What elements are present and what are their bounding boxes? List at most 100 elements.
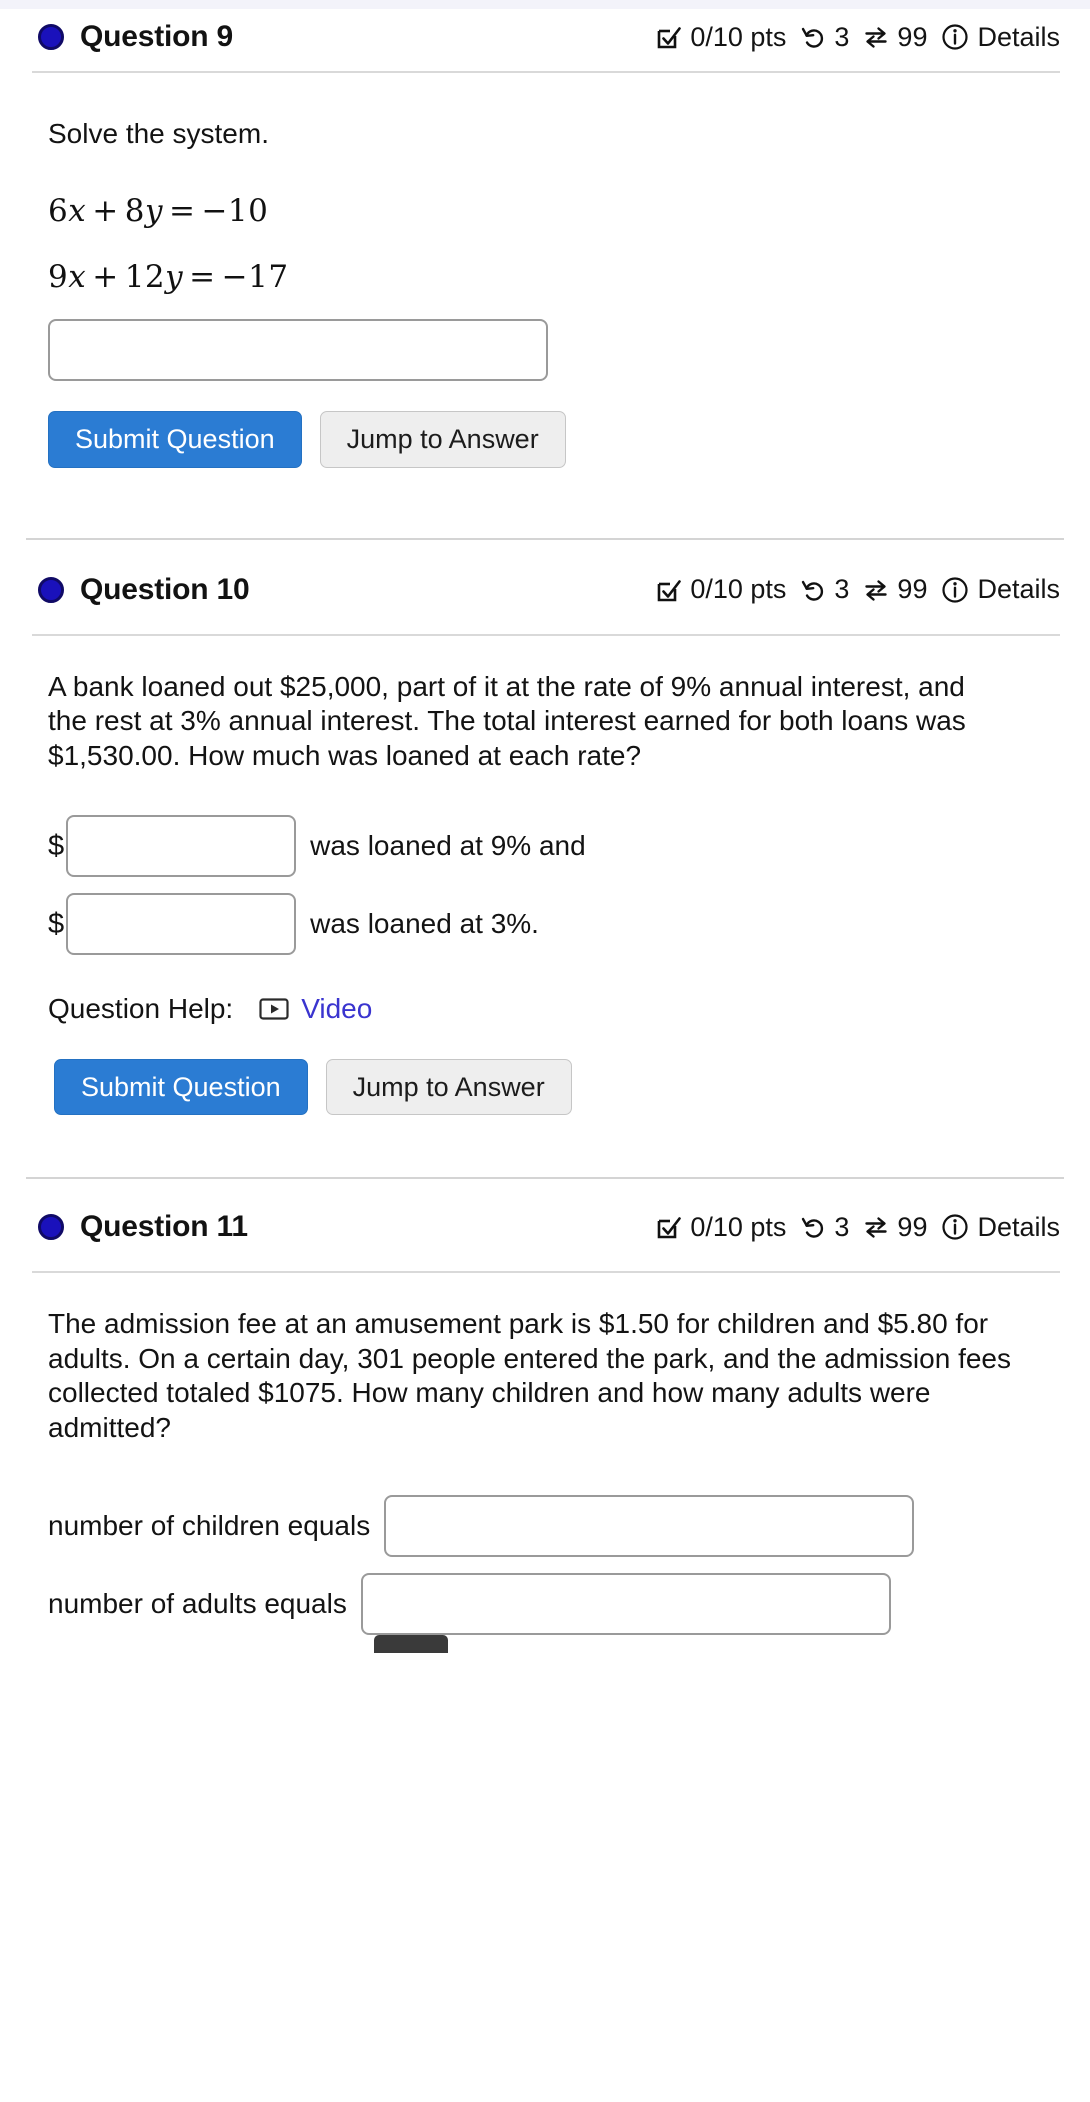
undo-arrow-icon — [799, 1213, 827, 1241]
points-meta-11: 0/10 pts — [655, 1212, 786, 1243]
jump-to-answer-button-9[interactable]: Jump to Answer — [319, 411, 566, 468]
question-meta-11: 0/10 pts 3 99 Details — [655, 1212, 1060, 1243]
question-status-dot-icon — [38, 1214, 64, 1241]
question-title-11: Question 11 — [80, 1210, 248, 1244]
answer-row-10-1: $ was loaned at 9% and — [48, 815, 1056, 878]
section-divider-10-11 — [26, 1177, 1064, 1180]
checkbox-checked-icon — [655, 23, 683, 51]
question-prompt-11: The admission fee at an amusement park i… — [48, 1308, 1011, 1443]
question-block-9: Question 9 0/10 pts 3 99 Details Solve t… — [0, 9, 1090, 468]
details-link-11[interactable]: Details — [940, 1212, 1060, 1243]
question-help-row-10: Question Help: Video — [48, 993, 1056, 1025]
details-link-10[interactable]: Details — [940, 574, 1060, 605]
submit-question-button-9[interactable]: Submit Question — [48, 411, 302, 468]
question-status-dot-icon — [38, 576, 64, 603]
currency-prefix-2: $ — [48, 907, 65, 940]
question-header-left-11: Question 11 — [38, 1210, 248, 1244]
eq1-coef-a: 6 — [48, 193, 69, 230]
button-row-9: Submit Question Jump to Answer — [48, 411, 1050, 468]
eq2-op: + — [92, 259, 119, 296]
question-header-9: Question 9 0/10 pts 3 99 Details — [0, 9, 1090, 65]
question-status-dot-icon — [38, 24, 64, 50]
attempts-meta-11[interactable]: 3 — [799, 1212, 849, 1243]
question-header-left-10: Question 10 — [38, 573, 250, 607]
swap-arrows-icon — [862, 576, 890, 604]
eq1-op: + — [92, 193, 119, 230]
info-circle-icon — [940, 22, 970, 52]
retries-meta-11[interactable]: 99 — [862, 1212, 927, 1243]
question-header-10: Question 10 0/10 pts 3 99 Details — [0, 562, 1090, 618]
browser-top-strip — [0, 0, 1090, 9]
undo-arrow-icon — [799, 576, 827, 604]
details-label-11: Details — [977, 1211, 1060, 1242]
answer-suffix-10-1: was loaned at 9% and — [310, 830, 586, 862]
answer-suffix-10-2: was loaned at 3%. — [310, 908, 539, 940]
question-meta-10: 0/10 pts 3 99 Details — [655, 574, 1060, 605]
assignment-page: Question 9 0/10 pts 3 99 Details Solve t… — [0, 9, 1090, 1654]
details-label-9: Details — [977, 21, 1060, 52]
currency-prefix-1: $ — [48, 829, 65, 862]
attempts-meta-9[interactable]: 3 — [799, 22, 849, 53]
eq2-var-a: x — [68, 259, 87, 296]
answer-row-10-2: $ was loaned at 3%. — [48, 893, 1056, 956]
swap-arrows-icon — [862, 23, 890, 51]
swap-arrows-icon — [862, 1213, 890, 1241]
details-label-10: Details — [977, 574, 1060, 605]
submit-question-button-10[interactable]: Submit Question — [54, 1059, 308, 1116]
attempts-value-9: 3 — [834, 21, 850, 52]
retries-value-11: 99 — [897, 1211, 928, 1242]
retries-value-9: 99 — [897, 21, 928, 52]
eq2-coef-a: 9 — [48, 259, 69, 296]
video-help-link-10[interactable]: Video — [301, 993, 372, 1025]
question-body-11: The admission fee at an amusement park i… — [0, 1273, 1090, 1654]
retries-value-10: 99 — [897, 574, 928, 605]
checkbox-checked-icon — [655, 576, 683, 604]
section-divider-9-10 — [26, 537, 1064, 540]
answer-input-11-1[interactable] — [384, 1495, 915, 1558]
checkbox-checked-icon — [655, 1213, 683, 1241]
eq1-var-a: x — [68, 193, 87, 230]
question-title-10: Question 10 — [80, 572, 250, 606]
question-prompt-9: Solve the system. — [48, 118, 269, 149]
question-prompt-10: A bank loaned out $25,000, part of it at… — [48, 670, 966, 771]
question-header-11: Question 11 0/10 pts 3 99 Details — [0, 1199, 1090, 1255]
info-circle-icon — [940, 1212, 970, 1242]
attempts-value-11: 3 — [834, 1211, 850, 1242]
eq2-rhs: −17 — [221, 259, 289, 296]
question-block-10: Question 10 0/10 pts 3 99 Details A bank… — [0, 562, 1090, 1116]
retries-meta-9[interactable]: 99 — [862, 22, 927, 53]
answer-label-11-1: number of children equals — [48, 1510, 371, 1542]
eq1-var-b: y — [144, 193, 163, 230]
answer-input-10-2[interactable] — [66, 893, 297, 956]
question-body-9: Solve the system. 6x +8y = −10 9x +12y = −17 S… — [0, 73, 1090, 468]
retries-meta-10[interactable]: 99 — [862, 574, 927, 605]
points-value-10: 0/10 pts — [690, 574, 787, 605]
eq2-var-b: y — [165, 259, 184, 296]
details-link-9[interactable]: Details — [940, 22, 1060, 53]
undo-arrow-icon — [799, 23, 827, 51]
partially-visible-button-11[interactable] — [374, 1635, 448, 1654]
question-block-11: Question 11 0/10 pts 3 99 Details The ad… — [0, 1199, 1090, 1654]
attempts-meta-10[interactable]: 3 — [799, 574, 849, 605]
question-title-9: Question 9 — [80, 20, 234, 53]
equation-1: 6x +8y = −10 — [48, 193, 1050, 229]
answer-input-9[interactable] — [48, 319, 548, 382]
video-play-icon[interactable] — [259, 997, 289, 1021]
answer-row-11-2: number of adults equals — [48, 1573, 1056, 1636]
jump-to-answer-button-10[interactable]: Jump to Answer — [325, 1059, 572, 1116]
button-row-10: Submit Question Jump to Answer — [48, 1059, 1056, 1116]
question-body-10: A bank loaned out $25,000, part of it at… — [0, 636, 1090, 1116]
points-value-11: 0/10 pts — [690, 1211, 787, 1242]
points-meta-10: 0/10 pts — [655, 574, 786, 605]
attempts-value-10: 3 — [834, 574, 850, 605]
eq2-coef-b: 12 — [124, 259, 166, 296]
eq1-equals: = — [168, 193, 196, 230]
answer-input-10-1[interactable] — [66, 815, 297, 878]
answer-input-11-2[interactable] — [360, 1573, 891, 1636]
question-header-left-9: Question 9 — [38, 20, 233, 54]
points-value-9: 0/10 pts — [690, 21, 787, 52]
question-help-label-10: Question Help: — [48, 993, 234, 1025]
equation-2: 9x +12y = −17 — [48, 259, 1050, 295]
info-circle-icon — [940, 575, 970, 605]
eq2-equals: = — [189, 259, 216, 296]
